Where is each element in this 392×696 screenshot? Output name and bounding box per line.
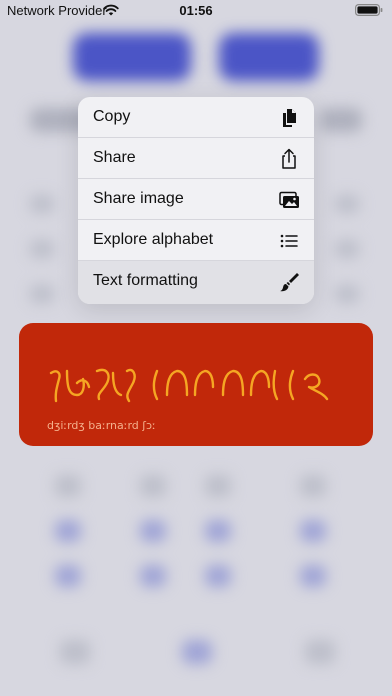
background-key xyxy=(300,520,326,542)
background-button xyxy=(219,33,319,81)
background-field xyxy=(320,108,362,132)
menu-item-label: Share image xyxy=(93,190,184,207)
context-menu: Copy Share Share image Explore alphabet xyxy=(78,97,314,304)
background-key xyxy=(205,565,231,587)
background-key xyxy=(30,240,54,258)
background-key xyxy=(30,195,54,213)
background-key xyxy=(205,520,231,542)
background-key xyxy=(335,195,359,213)
menu-item-label: Text formatting xyxy=(93,272,198,289)
background-key xyxy=(55,475,81,497)
status-bar: Network Provider 01:56 xyxy=(0,0,392,22)
background-key xyxy=(55,520,81,542)
background-key xyxy=(30,285,54,303)
background-tab xyxy=(305,640,335,664)
background-key xyxy=(205,475,231,497)
background-key xyxy=(140,565,166,587)
background-key xyxy=(300,565,326,587)
clock: 01:56 xyxy=(179,3,213,18)
menu-item-explore-alphabet[interactable]: Explore alphabet xyxy=(78,220,314,261)
background-key xyxy=(55,565,81,587)
background-key xyxy=(335,240,359,258)
menu-item-label: Explore alphabet xyxy=(93,231,214,248)
preview-card: dʒiːrdʒ baːrnaːrd ʃɔː xyxy=(19,323,373,446)
list-icon xyxy=(280,234,298,248)
menu-item-text-formatting[interactable]: Text formatting xyxy=(78,261,314,304)
menu-item-share-image[interactable]: Share image xyxy=(78,179,314,220)
share-icon xyxy=(282,148,296,169)
background-key xyxy=(335,285,359,303)
paintbrush-icon xyxy=(280,273,299,292)
menu-item-label: Copy xyxy=(93,108,131,125)
menu-item-copy[interactable]: Copy xyxy=(78,97,314,138)
background-tab xyxy=(182,640,212,664)
background-tab xyxy=(60,640,90,664)
menu-item-share[interactable]: Share xyxy=(78,138,314,179)
background-key xyxy=(140,475,166,497)
background-button xyxy=(73,33,191,81)
background-key xyxy=(300,475,326,497)
battery-icon xyxy=(355,4,383,16)
background-key xyxy=(140,520,166,542)
copy-icon xyxy=(283,109,296,127)
photo-icon xyxy=(279,191,299,208)
menu-item-label: Share xyxy=(93,149,136,166)
transcription-label: dʒiːrdʒ baːrnaːrd ʃɔː xyxy=(47,419,156,432)
script-glyphs-artwork xyxy=(49,368,329,403)
